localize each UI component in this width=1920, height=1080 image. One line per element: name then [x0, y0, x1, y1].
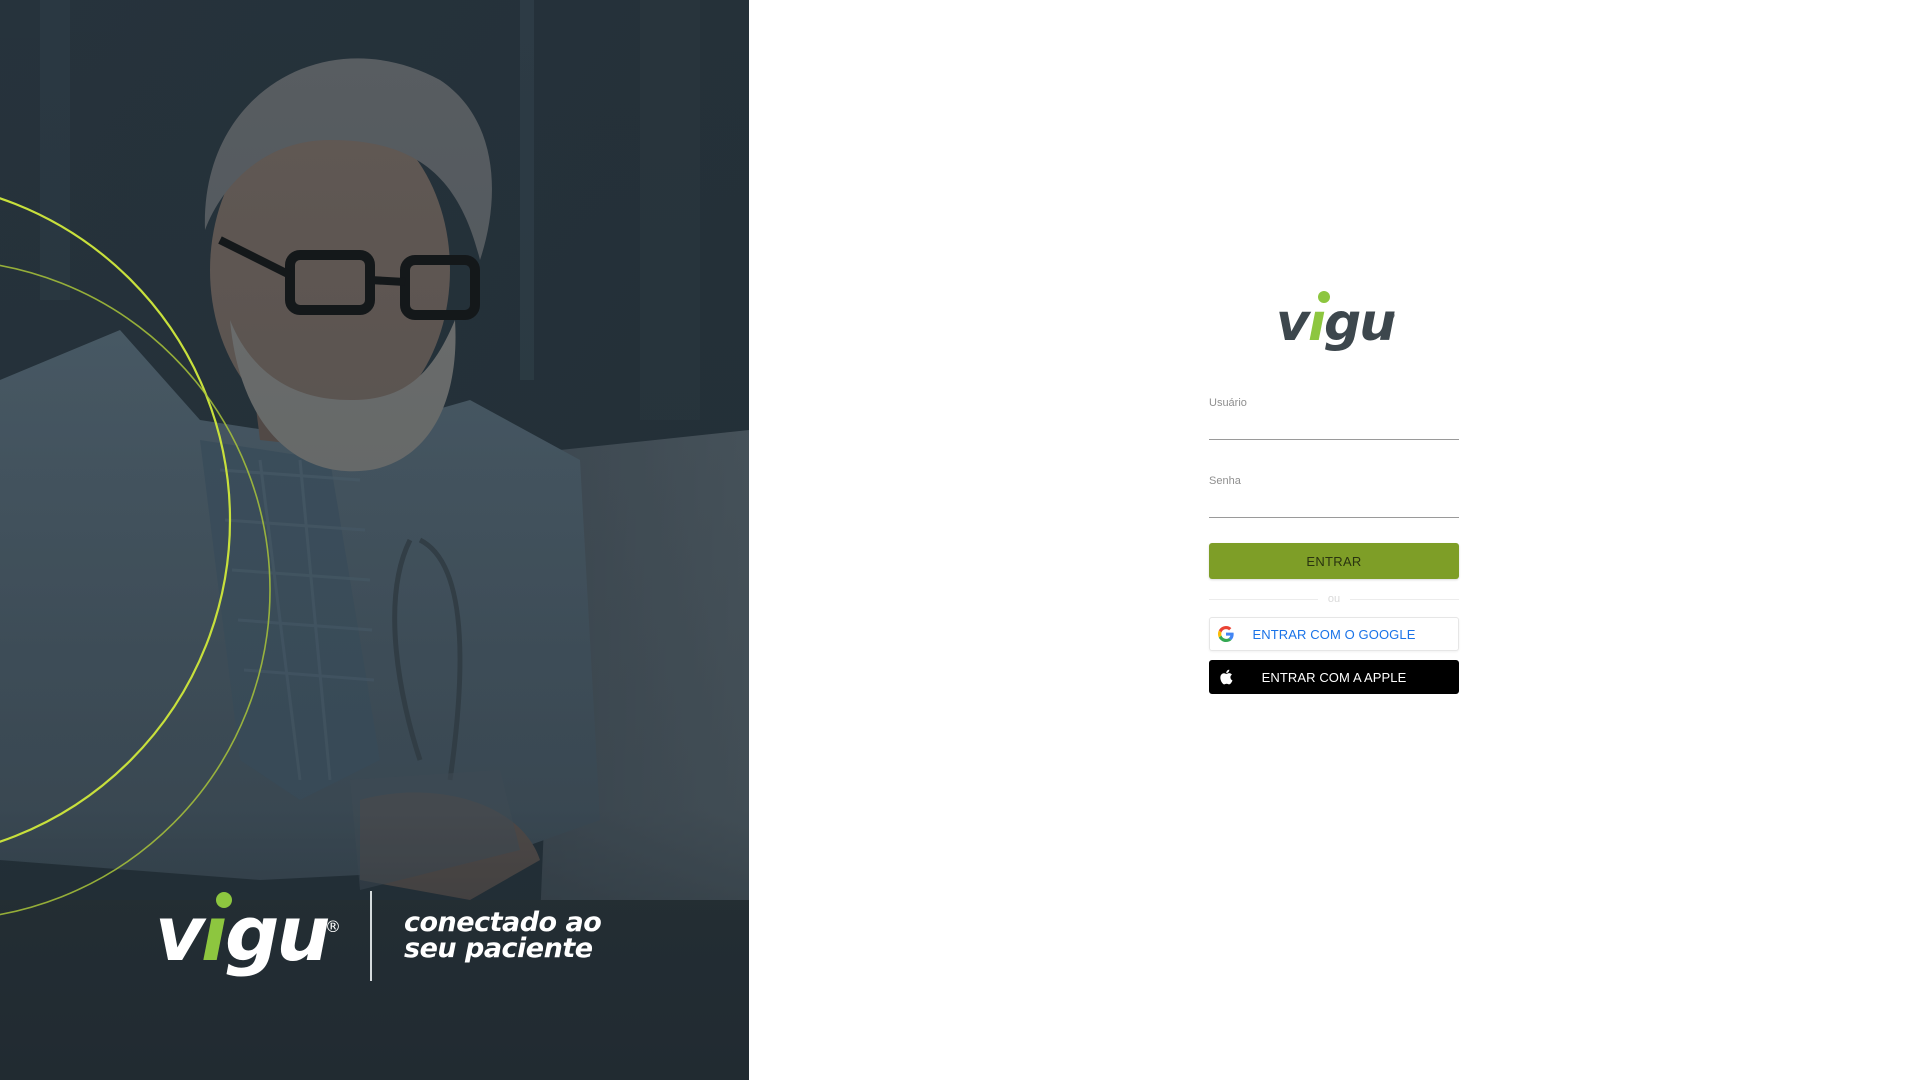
- login-registered-mark: ®: [1385, 309, 1396, 322]
- hero-tagline: conectado ao seu paciente: [404, 906, 602, 964]
- username-label: Usuário: [1209, 397, 1247, 409]
- vigu-logo: v ı gu ®: [1276, 291, 1397, 353]
- svg-text:v: v: [1276, 293, 1312, 353]
- apple-login-button[interactable]: ENTRAR COM A APPLE: [1209, 660, 1459, 694]
- username-input[interactable]: [1209, 412, 1459, 440]
- username-field: Usuário: [1209, 396, 1459, 440]
- or-line-left: [1209, 598, 1318, 600]
- apple-login-label: ENTRAR COM A APPLE: [1261, 669, 1407, 685]
- login-page: v ı gu ® conectado ao seu paciente v ı g…: [0, 0, 1920, 1080]
- password-input[interactable]: [1209, 490, 1459, 518]
- hero-divider: [370, 890, 372, 981]
- hero-panel: v ı gu ® conectado ao seu paciente: [0, 0, 749, 1080]
- or-divider: ou: [1209, 592, 1459, 606]
- google-login-label: ENTRAR COM O GOOGLE: [1252, 626, 1416, 642]
- apple-icon: [1218, 669, 1234, 685]
- tagline-line-2: seu paciente: [404, 932, 593, 964]
- login-button[interactable]: ENTRAR: [1209, 543, 1459, 579]
- login-form: v ı gu ® Usuário Senha ENTRAR ou ENTRAR …: [1209, 280, 1459, 694]
- google-login-button[interactable]: ENTRAR COM O GOOGLE: [1209, 617, 1459, 651]
- password-label: Senha: [1209, 475, 1241, 487]
- hero-vigu-logo: v ı gu ®: [155, 889, 340, 978]
- password-field: Senha: [1209, 474, 1459, 518]
- hero-registered-mark: ®: [325, 917, 340, 936]
- svg-text:v: v: [155, 889, 207, 978]
- svg-text:gu: gu: [225, 889, 328, 978]
- google-g-icon: [1218, 626, 1234, 642]
- or-line-right: [1350, 598, 1459, 600]
- svg-text:gu: gu: [1324, 293, 1395, 353]
- or-label: ou: [1327, 593, 1341, 605]
- hero-brand: v ı gu ® conectado ao seu paciente: [155, 888, 602, 983]
- tagline-line-1: conectado ao: [404, 906, 602, 938]
